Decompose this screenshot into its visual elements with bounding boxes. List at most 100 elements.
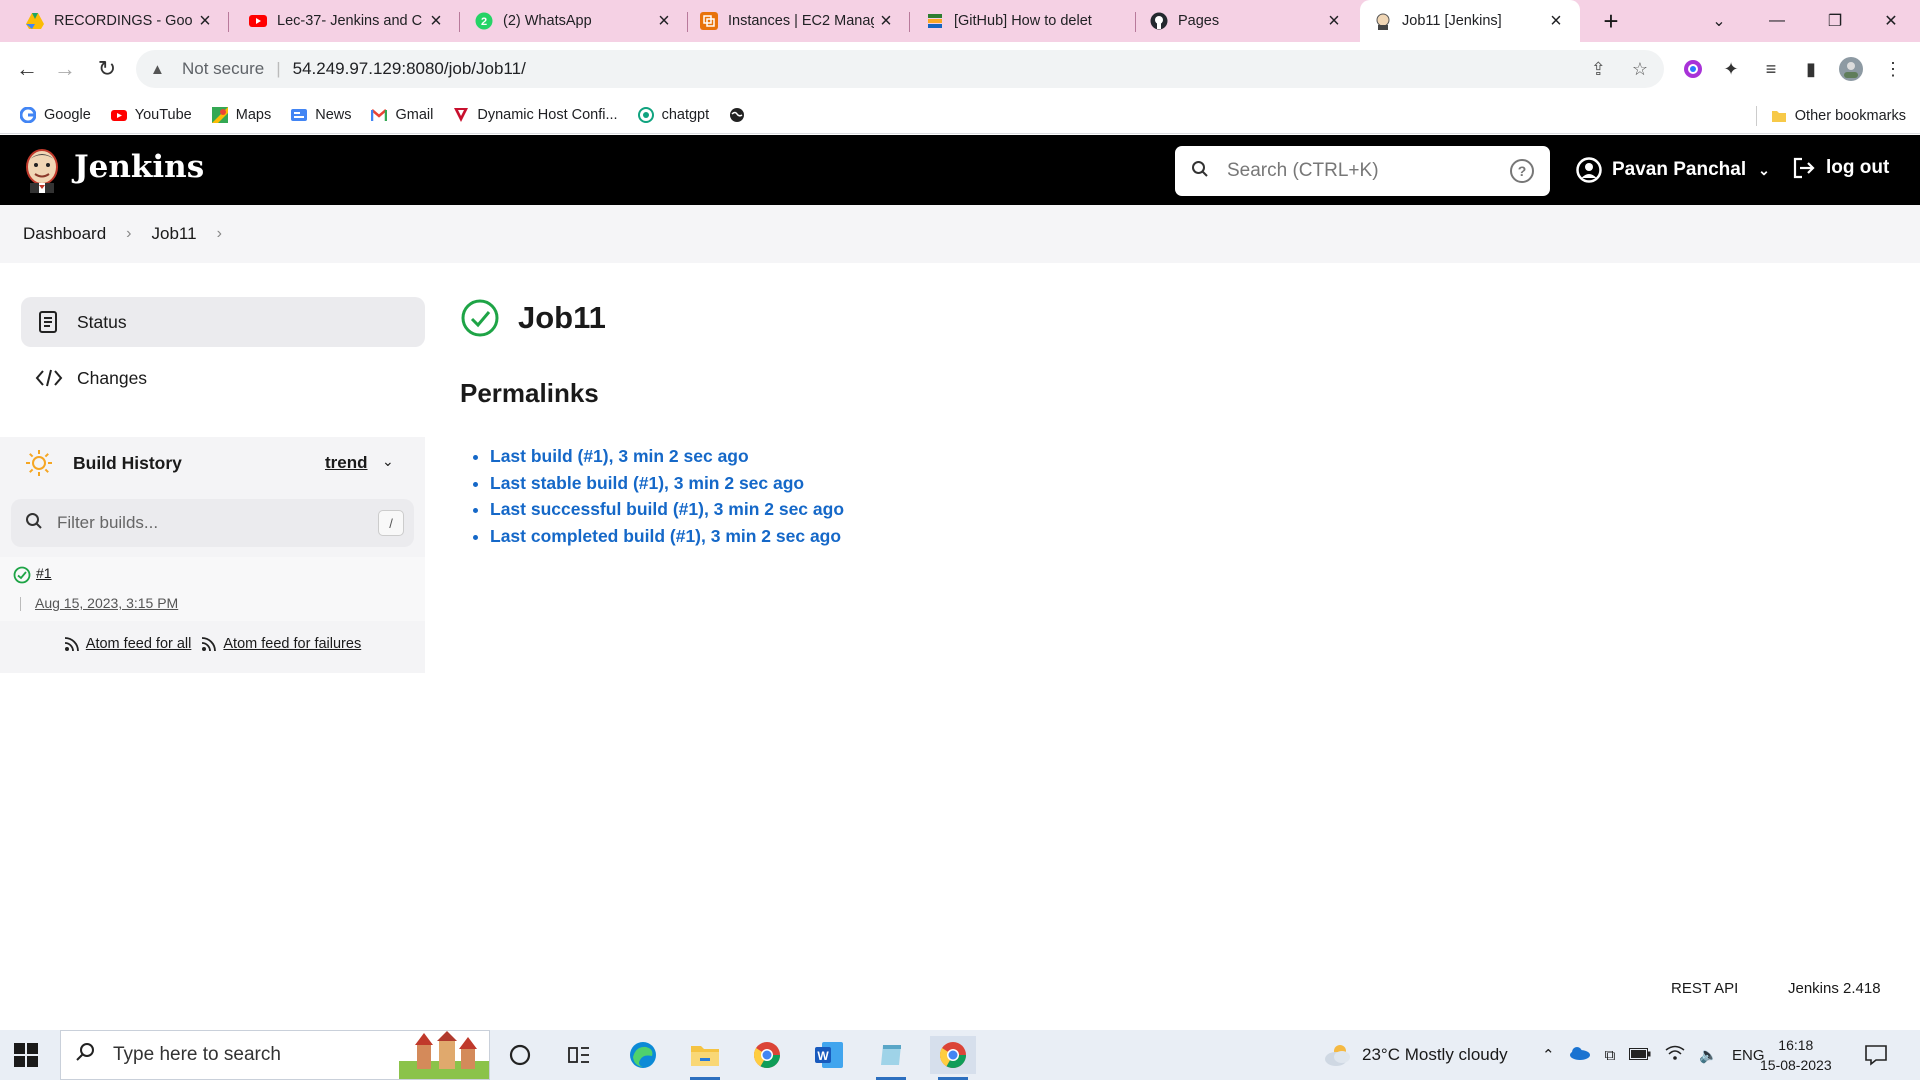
side-panel-icon[interactable]: ▮ [1798,56,1824,82]
close-tab-icon[interactable] [1100,9,1124,33]
tab-title: Pages [1178,13,1220,29]
word-icon[interactable]: W [806,1036,852,1074]
close-tab-icon[interactable]: × [874,9,898,33]
reload-button[interactable]: ↻ [92,54,122,84]
extensions-puzzle-icon[interactable]: ✦ [1718,56,1744,82]
permalink-last-completed-build[interactable]: Last completed build (#1), 3 min 2 sec a… [490,526,841,546]
back-button[interactable]: ← [12,54,42,84]
build-row[interactable]: #1 Aug 15, 2023, 3:15 PM [0,557,425,621]
close-tab-icon[interactable]: × [652,9,676,33]
breadcrumb-job[interactable]: Job11 [152,224,197,244]
user-menu[interactable]: Pavan Panchal ⌄ [1576,157,1770,183]
tab-title: Lec-37- Jenkins and C [277,13,423,29]
atom-feed-failures-link[interactable]: Atom feed for failures [201,636,361,652]
clock[interactable]: 16:18 15-08-2023 [1760,1030,1832,1080]
edge-browser-icon[interactable] [620,1036,666,1074]
chrome-icon[interactable] [744,1036,790,1074]
clock-time: 16:18 [1778,1037,1814,1053]
bookmark-gmail[interactable]: Gmail [371,107,433,123]
filter-builds-input[interactable]: Filter builds... / [11,499,414,547]
url-text[interactable]: 54.249.97.129:8080/job/Job11/ [293,59,526,79]
new-tab-button[interactable]: + [1596,6,1626,36]
warning-icon[interactable]: ▲ [150,61,170,78]
cortana-icon[interactable] [497,1036,543,1074]
logout-label: log out [1826,157,1890,178]
bookmark-globe[interactable] [729,107,753,123]
jenkins-brand[interactable]: Jenkins [74,149,204,185]
share-icon[interactable]: ⇪ [1591,59,1606,80]
notifications-icon[interactable] [1864,1030,1888,1080]
side-item-status[interactable]: Status [21,297,425,347]
sun-weather-icon [26,450,52,476]
bookmark-chatgpt[interactable]: chatgpt [637,106,709,123]
logout-button[interactable]: log out [1792,157,1889,179]
browser-tab[interactable]: [GitHub] How to delet [910,0,1136,42]
security-label[interactable]: Not secure [182,59,264,79]
forward-button[interactable]: → [50,54,80,84]
minimize-button[interactable]: — [1748,0,1806,42]
build-number-link[interactable]: #1 [36,565,52,581]
chrome-active-icon[interactable] [930,1036,976,1080]
close-tab-icon[interactable]: × [1322,9,1346,33]
trend-link[interactable]: trend [325,453,368,473]
gmail-icon [371,108,388,121]
browser-tab-active[interactable]: Job11 [Jenkins] × [1360,0,1580,42]
other-bookmarks[interactable]: Other bookmarks [1755,106,1906,126]
show-hidden-icons-chevron-icon[interactable]: ⌃ [1542,1046,1555,1064]
wifi-icon[interactable] [1665,1045,1685,1065]
bookmark-star-icon[interactable]: ☆ [1632,59,1648,80]
side-item-label: Status [77,311,127,332]
search-highlight-castle-icon [399,1031,489,1079]
cloudy-weather-icon [1325,1045,1350,1066]
build-date-link[interactable]: Aug 15, 2023, 3:15 PM [35,595,178,611]
close-tab-icon[interactable]: × [193,9,217,33]
close-tab-icon[interactable]: × [424,9,448,33]
battery-icon[interactable] [1629,1047,1651,1064]
onedrive-cloud-icon[interactable] [1569,1046,1591,1064]
media-control-icon[interactable]: ≡ [1758,56,1784,82]
chrome-menu-icon[interactable]: ⋮ [1880,56,1906,82]
chevron-down-icon: ⌄ [1758,161,1770,178]
browser-tab[interactable]: RECORDINGS - Googl × [0,0,229,42]
permalink-last-stable-build[interactable]: Last stable build (#1), 3 min 2 sec ago [490,473,804,493]
jenkins-version-link[interactable]: Jenkins 2.418 [1788,980,1881,997]
meet-now-icon[interactable]: ⧉ [1605,1047,1616,1064]
file-explorer-icon[interactable] [682,1036,728,1080]
bookmark-youtube[interactable]: YouTube [110,107,192,123]
bookmark-news[interactable]: News [291,107,351,123]
volume-icon[interactable]: 🔈 [1699,1046,1718,1064]
browser-tab[interactable]: Pages × [1136,0,1358,42]
atom-feed-all-link[interactable]: Atom feed for all [64,636,191,652]
side-item-changes[interactable]: Changes [21,353,425,403]
close-window-button[interactable]: ✕ [1862,0,1920,42]
permalink-last-build[interactable]: Last build (#1), 3 min 2 sec ago [490,446,749,466]
browser-tab[interactable]: Lec-37- Jenkins and C × [229,0,460,42]
notepad-icon[interactable] [868,1036,914,1080]
rest-api-link[interactable]: REST API [1671,980,1738,997]
jenkins-logo-icon[interactable] [22,147,62,193]
tab-search-icon[interactable]: ⌄ [1690,0,1748,42]
bookmark-google[interactable]: Google [20,106,91,123]
chevron-down-icon[interactable]: ⌄ [382,453,394,470]
bookmark-maps[interactable]: Maps [211,106,271,123]
permalink-last-successful-build[interactable]: Last successful build (#1), 3 min 2 sec … [490,499,844,519]
clock-date: 15-08-2023 [1760,1057,1832,1073]
profile-avatar-icon[interactable] [1838,56,1864,82]
task-view-icon[interactable] [556,1036,602,1074]
taskbar-search-input[interactable]: Type here to search [60,1030,490,1080]
bookmark-dhcp[interactable]: Dynamic Host Confi... [453,107,618,123]
chevron-right-icon[interactable]: › [217,225,222,243]
browser-tab[interactable]: 2 (2) WhatsApp × [460,0,688,42]
weather-widget[interactable]: 23°C Mostly cloudy [1322,1030,1508,1080]
browser-toolbar: ← → ↻ ▲ Not secure | 54.249.97.129:8080/… [0,42,1920,96]
jenkins-search-input[interactable]: Search (CTRL+K) ? [1175,146,1550,196]
colorful-extension-icon[interactable] [1680,56,1706,82]
browser-tab[interactable]: Instances | EC2 Manag × [688,0,910,42]
windows-start-icon[interactable] [14,1043,38,1067]
help-icon[interactable]: ? [1510,159,1534,183]
breadcrumb-dashboard[interactable]: Dashboard [23,224,106,244]
address-bar[interactable]: ▲ Not secure | 54.249.97.129:8080/job/Jo… [136,50,1664,88]
close-tab-icon[interactable]: × [1544,9,1568,33]
restore-button[interactable]: ❐ [1806,0,1864,42]
list-item: Last successful build (#1), 3 min 2 sec … [490,499,844,526]
